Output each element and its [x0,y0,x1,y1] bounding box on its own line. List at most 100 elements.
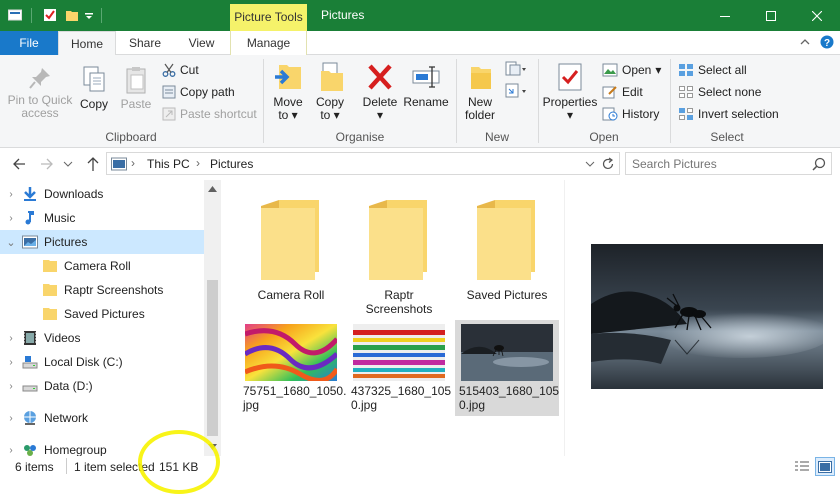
nav-item-data-d[interactable]: › Data (D:) [0,374,204,398]
paste-button[interactable]: Paste [116,65,156,111]
customize-quick-access-icon[interactable] [84,8,94,22]
nav-item-music[interactable]: › Music [0,206,204,230]
cut-button[interactable]: Cut [162,60,199,80]
pin-to-quick-access-button[interactable]: Pin to Quick access [4,65,76,120]
properties-quick-icon[interactable] [43,8,57,22]
pin-label-line1: Pin to Quick [7,93,73,107]
cut-label: Cut [180,63,199,77]
tab-share[interactable]: Share [116,31,174,55]
expand-chevron-icon[interactable]: › [0,381,22,392]
minimize-button[interactable] [702,0,748,31]
copy-path-button[interactable]: Copy path [162,82,235,102]
forward-arrow-icon[interactable] [40,157,54,171]
minimize-icon [720,15,730,17]
folder-icon [477,200,535,280]
select-none-button[interactable]: Select none [678,82,761,102]
expand-chevron-icon[interactable]: › [0,445,22,456]
address-dropdown-icon[interactable] [585,161,595,167]
window-icon[interactable] [8,8,22,22]
open-button[interactable]: Open ▾ [602,60,661,80]
expand-chevron-icon[interactable]: › [0,413,22,424]
nav-label: Network [44,411,89,425]
recent-locations-chevron-icon[interactable] [63,160,73,168]
collapse-chevron-icon[interactable]: ⌄ [0,236,22,249]
close-button[interactable] [794,0,840,31]
delete-button[interactable]: Delete ▾ [358,61,402,122]
striped-lines-thumbnail [353,324,445,381]
expand-chevron-icon[interactable]: › [0,213,22,224]
folder-item-saved-pictures[interactable]: Saved Pictures [455,194,559,318]
move-to-button[interactable]: Move to ▾ [270,61,306,122]
rename-label: Rename [403,95,449,109]
back-arrow-icon[interactable] [12,157,26,171]
nav-item-pictures[interactable]: ⌄ Pictures [0,230,204,254]
qa-separator [31,8,32,23]
search-input[interactable] [632,155,802,172]
select-all-button[interactable]: Select all [678,60,747,80]
folder-item-camera-roll[interactable]: Camera Roll [239,194,343,318]
up-arrow-icon[interactable] [86,156,100,172]
nav-item-raptr-screenshots[interactable]: Raptr Screenshots [0,278,204,302]
properties-label: Properties [542,95,598,109]
image-item-437325[interactable]: 437325_1680_105 0.jpg [347,320,451,416]
new-item-icon[interactable] [505,61,527,77]
nav-item-network[interactable]: › Network [0,406,204,430]
rename-button[interactable]: Rename [402,61,450,109]
details-view-icon[interactable] [794,460,810,474]
copy-button[interactable]: Copy [76,65,112,111]
image-item-515403-selected[interactable]: 515403_1680_105 0.jpg [455,320,559,416]
new-folder-icon [471,67,491,89]
history-button[interactable]: History [602,104,659,124]
edit-button[interactable]: Edit [602,82,643,102]
move-to-label-line1: Move [273,95,303,109]
copy-to-button[interactable]: Copy to ▾ [312,61,348,122]
paste-shortcut-button[interactable]: Paste shortcut [162,104,257,124]
address-bar[interactable]: › This PC › Pictures [106,152,620,175]
image-item-75751[interactable]: 75751_1680_1050. jpg [239,320,346,416]
help-icon[interactable]: ? [820,35,834,49]
expand-chevron-icon[interactable]: › [0,333,22,344]
open-icon [602,63,618,77]
nav-item-saved-pictures[interactable]: Saved Pictures [0,302,204,326]
new-folder-quick-icon[interactable] [65,8,79,22]
nav-item-videos[interactable]: › Videos [0,326,204,350]
delete-label: Delete [362,95,398,109]
new-folder-button[interactable]: New folder [460,61,500,122]
large-icons-view-button[interactable] [815,457,835,476]
easy-access-icon[interactable] [505,83,527,99]
copy-path-icon [162,85,176,99]
nav-label: Raptr Screenshots [64,283,164,297]
paste-shortcut-label: Paste shortcut [180,107,257,121]
tab-view[interactable]: View [174,31,229,55]
nav-item-local-disk-c[interactable]: › Local Disk (C:) [0,350,204,374]
search-box[interactable] [625,152,832,175]
navigation-pane: › Downloads › Music ⌄ Pictures Camera Ro… [0,180,221,457]
breadcrumb-this-pc[interactable]: This PC [147,157,190,171]
copy-path-label: Copy path [180,85,235,99]
music-icon [25,211,34,225]
nav-item-camera-roll[interactable]: Camera Roll [0,254,204,278]
tab-manage[interactable]: Manage [230,31,307,55]
expand-chevron-icon[interactable]: › [0,189,22,200]
properties-button[interactable]: Properties ▾ [542,61,598,122]
folder-item-raptr-screenshots[interactable]: Raptr Screenshots [347,194,451,318]
folder-icon [43,284,57,296]
item-count: 6 items [15,460,54,474]
nav-item-downloads[interactable]: › Downloads [0,182,204,206]
maximize-button[interactable] [748,0,794,31]
search-icon[interactable] [812,157,826,171]
scroll-up-arrow-icon[interactable] [208,186,217,192]
breadcrumb-pictures[interactable]: Pictures [210,157,253,171]
invert-selection-button[interactable]: Invert selection [678,104,779,124]
drive-icon [22,385,38,392]
select-none-label: Select none [698,85,762,99]
tab-file[interactable]: File [0,31,58,55]
navigation-pane-scrollbar[interactable] [204,180,221,456]
expand-chevron-icon[interactable]: › [0,357,22,368]
image-label: 437325_1680_105 0.jpg [351,384,452,412]
minimize-ribbon-icon[interactable] [800,38,810,46]
tab-home[interactable]: Home [58,31,116,56]
videos-icon [24,331,36,345]
scrollbar-thumb[interactable] [207,280,218,436]
refresh-icon[interactable] [601,157,615,171]
